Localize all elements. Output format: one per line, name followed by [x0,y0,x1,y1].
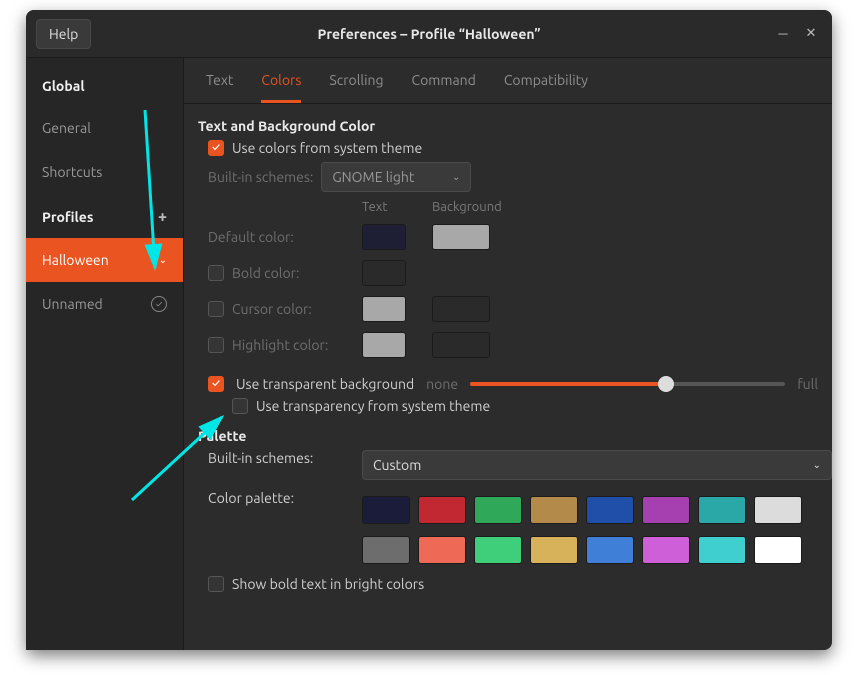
main-panel: Text Colors Scrolling Command Compatibil… [184,58,832,650]
label-color-palette: Color palette: [208,490,348,506]
palette-swatch-14[interactable] [698,536,746,564]
palette-swatch-6[interactable] [698,496,746,524]
palette-swatch-3[interactable] [530,496,578,524]
dropdown-palette-value: Custom [373,457,421,473]
window-body: Global General Shortcuts Profiles + Hall… [26,58,832,650]
help-button[interactable]: Help [36,19,91,49]
chevron-down-icon: ⌄ [452,171,460,183]
palette-swatch-9[interactable] [418,536,466,564]
palette-swatch-4[interactable] [586,496,634,524]
slider-fill [470,382,665,386]
palette-swatch-12[interactable] [586,536,634,564]
tabs: Text Colors Scrolling Command Compatibil… [184,58,832,104]
dropdown-palette-schemes[interactable]: Custom ⌄ [362,450,832,480]
label-default-color: Default color: [208,229,348,245]
checkbox-bold-bright[interactable] [208,576,224,592]
slider-label-none: none [426,376,458,392]
chevron-down-icon: ⌄ [159,254,167,266]
close-icon[interactable]: ✕ [800,23,822,45]
checkbox-transparency-system[interactable] [232,398,248,414]
section-palette-title: Palette [198,428,832,444]
color-grid: Text Background Default color: Bold colo… [208,200,832,358]
label-transparency-system: Use transparency from system theme [256,398,490,414]
palette-swatch-11[interactable] [530,536,578,564]
sidebar-profiles-label: Profiles [42,209,93,225]
checkbox-use-transparent-bg[interactable] [208,376,224,392]
label-use-system-theme: Use colors from system theme [232,140,422,156]
swatch-cursor-text[interactable] [362,296,406,322]
preferences-window: Help Preferences – Profile “Halloween” ─… [26,10,832,650]
chevron-down-icon: ⌄ [813,459,821,471]
swatch-default-bg[interactable] [432,224,490,250]
col-header-bg: Background [432,200,504,214]
slider-thumb[interactable] [658,376,674,392]
swatch-highlight-text[interactable] [362,332,406,358]
palette-swatch-2[interactable] [474,496,522,524]
tab-scrolling[interactable]: Scrolling [329,72,383,103]
checkbox-cursor-color[interactable] [208,301,224,317]
palette-swatches [362,490,832,570]
col-header-text: Text [362,200,418,214]
tab-command[interactable]: Command [412,72,476,103]
swatch-highlight-bg[interactable] [432,332,490,358]
palette-swatch-1[interactable] [418,496,466,524]
dropdown-builtin-value: GNOME light [332,169,414,185]
checkbox-highlight-color[interactable] [208,337,224,353]
label-bold-color: Bold color: [232,265,299,281]
label-bold-bright: Show bold text in bright colors [232,576,424,592]
add-profile-icon[interactable]: + [158,208,167,226]
tab-content: Text and Background Color Use colors fro… [184,104,832,592]
swatch-bold-text[interactable] [362,260,406,286]
palette-swatch-13[interactable] [642,536,690,564]
palette-swatch-10[interactable] [474,536,522,564]
sidebar-item-halloween[interactable]: Halloween ⌄ [26,238,183,282]
window-title: Preferences – Profile “Halloween” [317,26,540,42]
sidebar-profiles-header: Profiles + [26,194,183,238]
sidebar-item-unnamed[interactable]: Unnamed ✓ [26,282,183,326]
label-cursor-color: Cursor color: [232,301,312,317]
label-highlight-color: Highlight color: [232,337,328,353]
tab-compatibility[interactable]: Compatibility [504,72,588,103]
palette-swatch-8[interactable] [362,536,410,564]
titlebar: Help Preferences – Profile “Halloween” ─… [26,10,832,58]
label-builtin-schemes: Built-in schemes: [208,169,313,185]
swatch-cursor-bg[interactable] [432,296,490,322]
sidebar-item-label: Unnamed [42,296,103,312]
checkbox-bold-color[interactable] [208,265,224,281]
dropdown-builtin-schemes[interactable]: GNOME light ⌄ [321,162,471,192]
tab-text[interactable]: Text [206,72,233,103]
default-profile-icon: ✓ [151,296,167,312]
palette-swatch-5[interactable] [642,496,690,524]
checkbox-use-system-theme[interactable] [208,140,224,156]
minimize-icon[interactable]: ─ [772,23,794,45]
palette-swatch-15[interactable] [754,536,802,564]
sidebar-item-shortcuts[interactable]: Shortcuts [26,150,183,194]
palette-swatch-7[interactable] [754,496,802,524]
section-textbg-title: Text and Background Color [198,118,832,134]
palette-swatch-0[interactable] [362,496,410,524]
tab-colors[interactable]: Colors [261,72,301,103]
sidebar-global-header: Global [26,64,183,106]
sidebar-item-general[interactable]: General [26,106,183,150]
sidebar: Global General Shortcuts Profiles + Hall… [26,58,184,650]
slider-label-full: full [797,376,818,392]
label-palette-builtin: Built-in schemes: [208,450,348,466]
transparency-slider[interactable] [470,382,785,386]
label-use-transparent-bg: Use transparent background [236,376,414,392]
swatch-default-text[interactable] [362,224,406,250]
sidebar-item-label: Halloween [42,252,109,268]
